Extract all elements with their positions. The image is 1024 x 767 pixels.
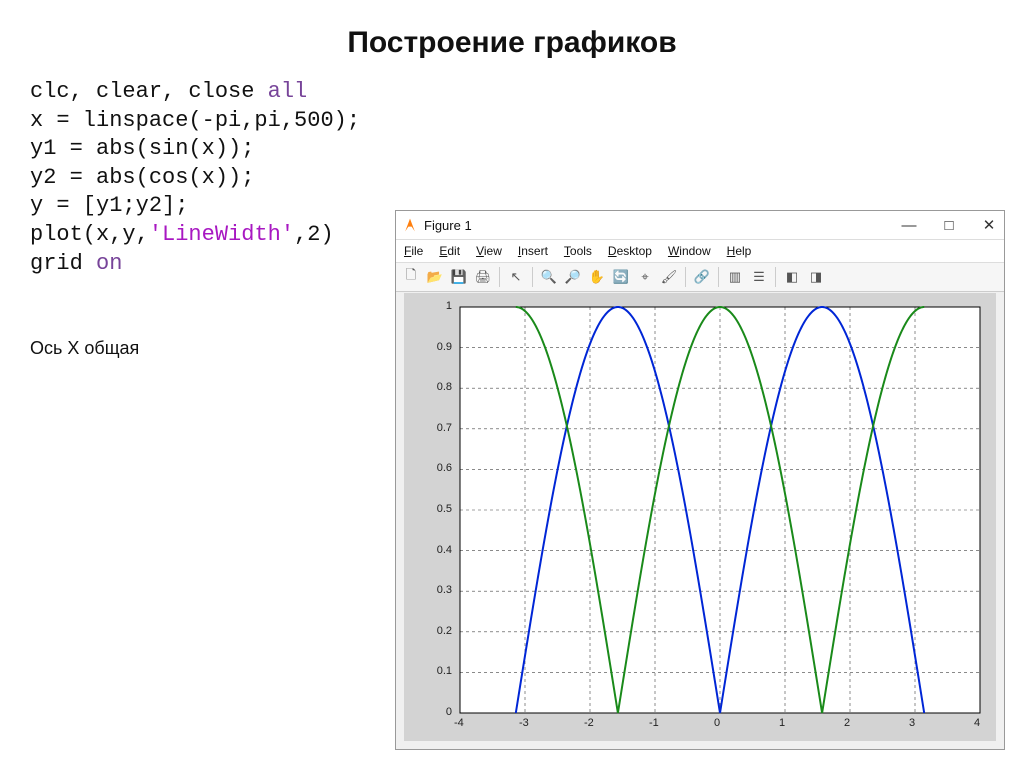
rotate-icon[interactable]: 🔄 [610, 266, 632, 288]
toolbar: 🗋📂💾🖨 ↖ 🔍🔎✋🔄⌖🖌 🔗 ▥☰ ◧◨ [396, 263, 1004, 292]
menu-view[interactable]: View [476, 244, 502, 258]
zoom-out-icon[interactable]: 🔎 [562, 266, 584, 288]
x-tick: 0 [714, 717, 720, 729]
y-tick: 0 [422, 706, 452, 718]
y-tick: 0.4 [422, 544, 452, 556]
data-cursor-icon[interactable]: ⌖ [634, 266, 656, 288]
menu-bar: File Edit View Insert Tools Desktop Window Help [396, 239, 1004, 263]
x-tick: -3 [519, 717, 529, 729]
new-file-icon[interactable]: 🗋 [400, 266, 422, 288]
figure-title: Figure 1 [424, 218, 472, 233]
y-tick: 0.9 [422, 341, 452, 353]
menu-tools[interactable]: Tools [564, 244, 592, 258]
y-tick: 0.8 [422, 381, 452, 393]
page-title: Построение графиков [30, 26, 994, 60]
arrow-icon[interactable]: ↖ [505, 266, 527, 288]
y-tick: 0.7 [422, 422, 452, 434]
brush-icon[interactable]: 🖌 [658, 266, 680, 288]
dock-icon[interactable]: ◧ [781, 266, 803, 288]
menu-insert[interactable]: Insert [518, 244, 548, 258]
pan-icon[interactable]: ✋ [586, 266, 608, 288]
figure-window: Figure 1 — □ ✕ File Edit View Insert Tools De… [395, 210, 1005, 750]
x-tick: -2 [584, 717, 594, 729]
x-tick: 3 [909, 717, 915, 729]
print-icon[interactable]: 🖨 [472, 266, 494, 288]
y-tick: 1 [422, 300, 452, 312]
x-tick: 2 [844, 717, 850, 729]
minimize-button[interactable]: — [900, 217, 918, 234]
y-tick: 0.6 [422, 462, 452, 474]
y-tick: 0.2 [422, 625, 452, 637]
undock-icon[interactable]: ◨ [805, 266, 827, 288]
open-icon[interactable]: 📂 [424, 266, 446, 288]
x-tick: -4 [454, 717, 464, 729]
close-button[interactable]: ✕ [980, 216, 998, 234]
save-icon[interactable]: 💾 [448, 266, 470, 288]
x-tick: -1 [649, 717, 659, 729]
maximize-button[interactable]: □ [940, 217, 958, 234]
menu-edit[interactable]: Edit [439, 244, 460, 258]
colorbar-icon[interactable]: ▥ [724, 266, 746, 288]
menu-file[interactable]: File [404, 244, 423, 258]
legend-icon[interactable]: ☰ [748, 266, 770, 288]
zoom-in-icon[interactable]: 🔍 [538, 266, 560, 288]
x-tick: 4 [974, 717, 980, 729]
menu-help[interactable]: Help [727, 244, 752, 258]
menu-desktop[interactable]: Desktop [608, 244, 652, 258]
axes[interactable] [460, 307, 980, 713]
x-tick: 1 [779, 717, 785, 729]
menu-window[interactable]: Window [668, 244, 711, 258]
figure-titlebar[interactable]: Figure 1 — □ ✕ [396, 211, 1004, 239]
y-tick: 0.5 [422, 503, 452, 515]
y-tick: 0.1 [422, 665, 452, 677]
matlab-icon [402, 217, 418, 233]
plot-area: -4 -3 -2 -1 0 1 2 3 4 0 0.1 0.2 0.3 0.4 0.5 0.6 0.7 0.8 0.… [404, 293, 996, 741]
y-tick: 0.3 [422, 584, 452, 596]
link-icon[interactable]: 🔗 [691, 266, 713, 288]
